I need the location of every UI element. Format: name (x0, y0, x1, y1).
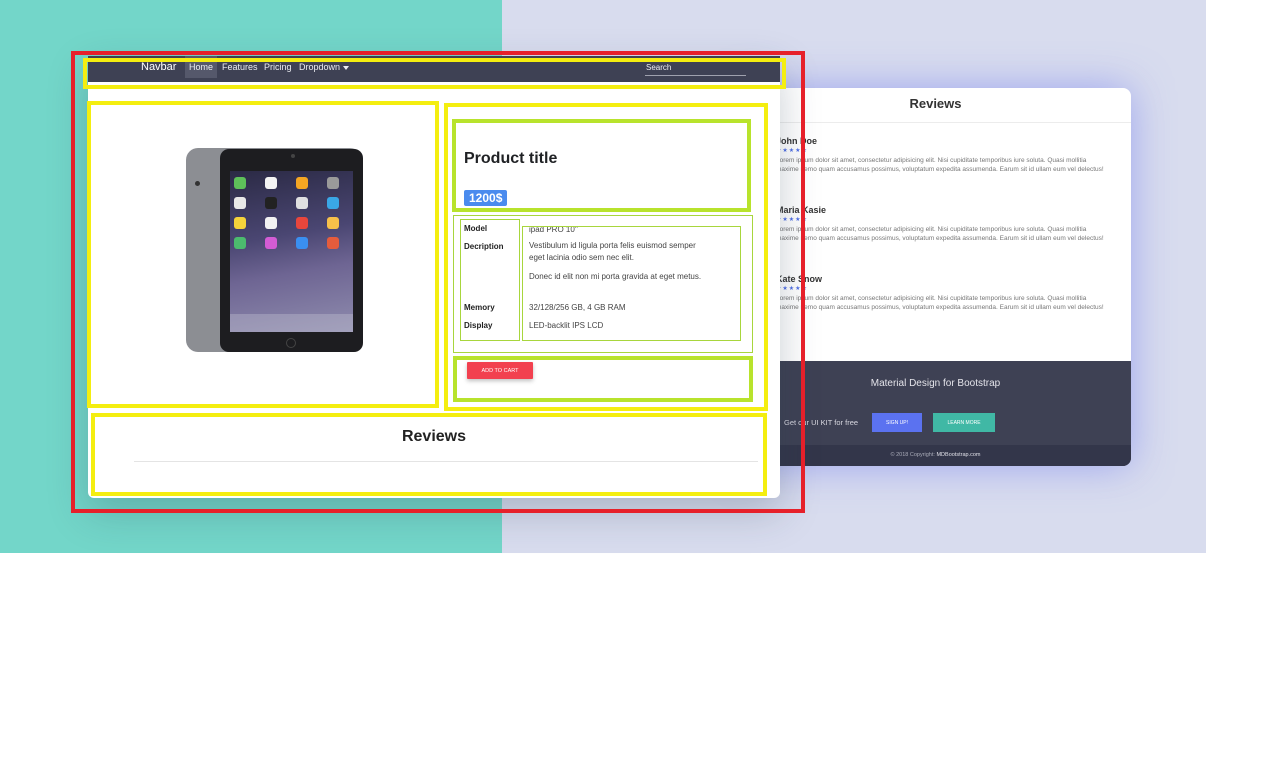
spec-table: Model ipad PRO 10'' Decription Vestibulu… (462, 222, 752, 346)
reviews-preview-card: Reviews John Doe ★★★★★ Lorem ipsum dolor… (740, 88, 1131, 466)
navbar-brand[interactable]: Navbar (141, 61, 176, 73)
spec-value-model: ipad PRO 10'' (529, 225, 578, 234)
app-icons (234, 177, 350, 249)
reviewer-name: Kate Snow (776, 274, 823, 284)
review-text: Lorem ipsum dolor sit amet, consectetur … (776, 157, 1104, 174)
reviews-heading: Reviews (401, 428, 467, 445)
reviewer-name: John Doe (776, 136, 818, 146)
spec-key-model: Model (464, 224, 488, 233)
nav-dropdown[interactable]: Dropdown (295, 56, 353, 78)
front-camera-icon (291, 154, 295, 158)
reviewer-name: Maria Kasie (776, 205, 827, 215)
review-text: Lorem ipsum dolor sit amet, consectetur … (776, 295, 1104, 312)
navbar: Navbar Home Features Pricing Dropdown (88, 56, 780, 82)
dock (230, 314, 353, 332)
product-header: Product title 1200$ (462, 124, 748, 212)
divider (740, 122, 1131, 123)
copyright-text: © 2018 Copyright: (890, 452, 935, 458)
copyright: © 2018 Copyright: MDBootstrap.com (740, 445, 1131, 466)
star-rating-icon: ★★★★★ (776, 148, 808, 154)
nav-dropdown-label: Dropdown (299, 62, 341, 72)
star-rating-icon: ★★★★★ (776, 286, 808, 292)
add-to-cart-button[interactable]: ADD TO CART (467, 362, 533, 379)
footer-title: Material Design for Bootstrap (870, 378, 1001, 389)
caret-down-icon (343, 65, 350, 70)
review-item: John Doe ★★★★★ Lorem ipsum dolor sit ame… (776, 136, 1106, 175)
search-input[interactable] (645, 60, 746, 76)
camera-icon (195, 181, 200, 186)
spec-value-description-2: Donec id elit non mi porta gravida at eg… (529, 272, 702, 281)
spec-value-description: Vestibulum id ligula porta felis euismod… (529, 241, 696, 263)
product-page-card: Navbar Home Features Pricing Dropdown Se… (88, 56, 780, 498)
product-image (88, 82, 442, 412)
product-title: Product title (464, 150, 558, 167)
divider (134, 461, 758, 462)
review-item: Maria Kasie ★★★★★ Lorem ipsum dolor sit … (776, 205, 1106, 244)
nav-pricing[interactable]: Pricing (260, 56, 296, 78)
spec-key-display: Display (464, 321, 493, 330)
star-rating-icon: ★★★★★ (776, 217, 808, 223)
review-text: Lorem ipsum dolor sit amet, consectetur … (776, 226, 1104, 243)
spec-value-memory: 32/128/256 GB, 4 GB RAM (529, 303, 626, 312)
spec-key-memory: Memory (464, 303, 495, 312)
home-button-icon (286, 338, 296, 348)
sign-up-button[interactable]: SIGN UP! (872, 413, 922, 432)
learn-more-button[interactable]: LEARN MORE (933, 413, 995, 432)
ui-kit-text: Get our UI KIT for free (784, 418, 859, 427)
nav-home[interactable]: Home (185, 56, 218, 78)
spec-key-description: Decription (464, 242, 504, 251)
price-badge: 1200$ (464, 190, 508, 206)
review-item: Kate Snow ★★★★★ Lorem ipsum dolor sit am… (776, 274, 1106, 313)
nav-features[interactable]: Features (218, 56, 262, 78)
footer: Material Design for Bootstrap Get our UI… (740, 361, 1131, 466)
back-reviews-title: Reviews (909, 96, 962, 111)
copyright-link[interactable]: MDBootstrap.com (936, 452, 980, 458)
spec-value-display: LED-backlit IPS LCD (529, 321, 604, 330)
